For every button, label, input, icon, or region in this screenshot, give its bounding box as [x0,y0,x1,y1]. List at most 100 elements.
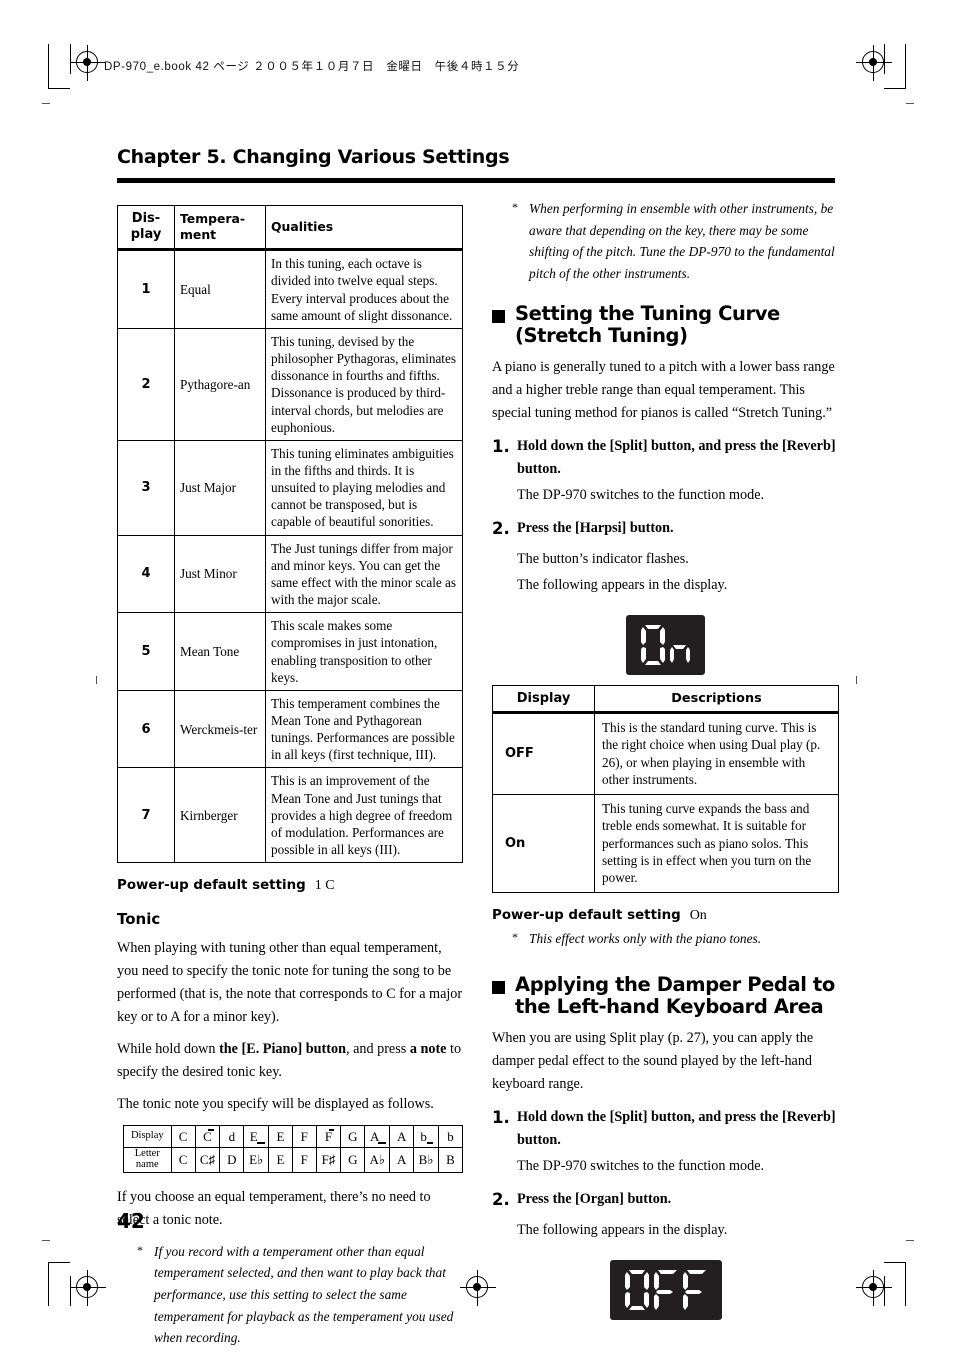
powerup-label: Power-up default setting [117,878,306,894]
col-header-descriptions: Descriptions [594,685,839,715]
tick-left-upper [42,103,50,104]
tonic-p2-mid: , and press [345,1041,410,1058]
table-row: 7 Kirnberger This is an improvement of t… [117,767,463,864]
cell-temperament: Mean Tone [174,612,266,691]
powerup-value: On [689,907,707,923]
right-column: * When performing in ensemble with other… [492,198,839,1330]
step-number: 1. [492,437,510,457]
registration-mark-top-right [856,45,892,81]
cell-qualities: This tuning, devised by the philosopher … [265,327,463,441]
cell-temperament: Equal [174,249,266,329]
note-display-cell: b [437,1125,464,1149]
damper-pedal-paragraph: When you are using Split play (p. 27), y… [492,1029,814,1092]
crop-mark-bottom-left-h [48,1262,70,1263]
tonic-paragraph-2: While hold down the [E. Piano] button, a… [117,1038,463,1084]
step-number: 2. [492,1189,510,1209]
tonic-paragraph-3: The tonic note you specify will be displ… [117,1096,434,1113]
powerup-default-right: Power-up default setting On [492,907,839,924]
footnote-text: This effect works only with the piano to… [529,930,762,946]
cell-qualities: This scale makes some compromises in jus… [265,612,463,691]
led-display-on [626,615,705,676]
tuning-curve-table: Display Descriptions OFF This is the sta… [492,685,839,893]
step-number: 1. [492,1107,510,1127]
title-rule-divider [117,178,835,183]
note-letter-cell: D [219,1147,245,1173]
note-letter-cell: C [170,1147,196,1173]
footnote-text: If you record with a temperament other t… [154,1243,454,1346]
seven-segment-digit-n [670,645,690,664]
seven-segment-digit-F-2 [682,1269,706,1310]
section-bullet-square-icon [492,980,505,994]
left-column: Dis-play Tempera-ment Qualities 1 Equal … [117,204,464,1358]
note-letter-cell: A♭ [364,1147,391,1173]
tonic-footnote: * If you record with a temperament other… [117,1241,463,1350]
note-display-cell: C [194,1125,221,1149]
crop-mark-top-right-h [884,88,906,89]
step-2-damper-pedal: 2. Press the [Organ] button. The followi… [492,1188,839,1242]
tonic-paragraph-1: When playing with tuning other than equa… [117,940,463,1026]
note-letter-cell: E♭ [243,1147,270,1173]
col-header-temperament: Tempera-ment [174,204,266,252]
ensemble-footnote: * When performing in ensemble with other… [492,198,839,285]
step-subtext: The following appears in the display. [517,1221,728,1238]
led-display-off-wrapper [492,1259,839,1320]
note-letter-cell: B♭ [413,1147,439,1173]
note-letter-cell: F [291,1147,317,1173]
footnote-asterisk: * [512,929,518,944]
table-row: 5 Mean Tone This scale makes some compro… [117,612,463,691]
piano-tones-footnote: * This effect works only with the piano … [492,928,839,950]
cell-temperament: Werckmeis-ter [174,689,266,769]
crop-mark-top-right-v [905,44,906,88]
note-letter-cell: F♯ [315,1147,342,1173]
note-display-cell: E [243,1125,270,1149]
page-number: 42 [117,1209,145,1233]
led-display-off [609,1259,722,1320]
note-row-label-letter: Letter name [123,1147,172,1173]
registration-mark-bottom-right [856,1270,892,1306]
powerup-value: 1 C [314,878,335,894]
note-display-cell: d [219,1125,245,1149]
note-name-table: Display C C d E E F F G A A b b Letter na… [123,1125,464,1173]
crop-mark-top-right-v2 [884,44,885,74]
tonic-p2-pre: While hold down [117,1041,220,1058]
seven-segment-digit-O [641,625,665,666]
note-display-cell: C [170,1125,196,1149]
col-header-display: Display [492,685,595,715]
page-title: Chapter 5. Changing Various Settings [117,146,510,168]
section-heading-damper-pedal: Applying the Damper Pedal to the Left-ha… [492,972,839,1019]
registration-mark-top-left [70,45,106,81]
footnote-asterisk: * [137,1242,143,1257]
step-number: 2. [492,519,510,539]
seven-segment-digit-F-1 [653,1269,677,1310]
note-display-cell: E [268,1125,293,1149]
step-2-tuning-curve: 2. Press the [Harpsi] button. The button… [492,517,839,597]
cell-qualities: This temperament combines the Mean Tone … [265,689,463,769]
seven-segment-digit-O [624,1269,649,1310]
section-heading-text: Applying the Damper Pedal to the Left-ha… [515,972,835,1019]
table-row: 2 Pythagore-an This tuning, devised by t… [117,327,463,441]
step-title: Hold down the [Split] button, and press … [517,1108,836,1148]
led-display-on-wrapper [492,615,839,676]
note-letter-cell: A [389,1147,415,1173]
cell-display: 1 [117,249,175,329]
col-header-display: Dis-play [117,204,175,252]
cell-temperament: Pythagore-an [174,327,266,441]
tonic-paragraph-4: If you choose an equal temperament, ther… [117,1188,431,1228]
footnote-text: When performing in ensemble with other i… [529,201,835,282]
tick-right-upper [906,103,914,104]
crop-mark-bottom-left-v2 [70,1276,71,1306]
cell-description: This tuning curve expands the bass and t… [594,793,839,893]
note-letter-cell: C♯ [194,1147,221,1173]
table-row: 4 Just Minor The Just tunings differ fro… [117,534,463,614]
cell-display: On [492,793,595,893]
cell-qualities: This is an improvement of the Mean Tone … [265,767,463,864]
note-letter-cell: E [268,1147,293,1173]
note-letter-cell: G [340,1147,366,1173]
cell-display: 4 [117,534,175,614]
temperament-table: Dis-play Tempera-ment Qualities 1 Equal … [117,204,463,864]
col-header-qualities: Qualities [265,204,463,252]
cell-temperament: Kirnberger [174,767,266,864]
tick-right-mid [856,676,857,684]
cell-display: 5 [117,612,175,691]
cell-display: OFF [492,712,595,795]
